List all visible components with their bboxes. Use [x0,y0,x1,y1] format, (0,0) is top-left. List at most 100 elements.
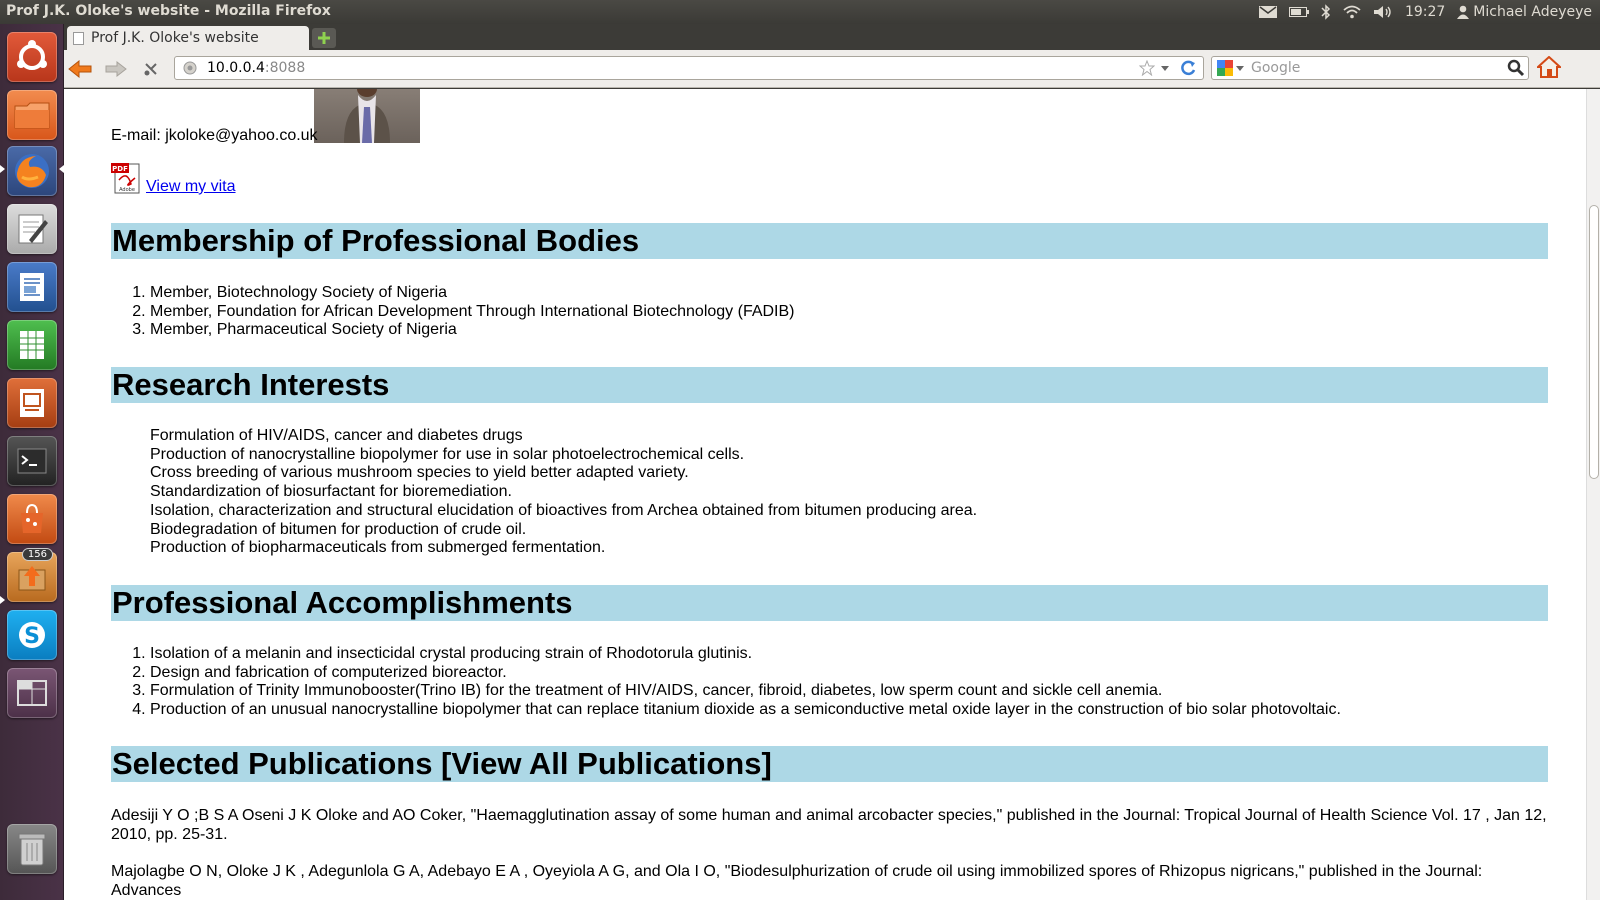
list-item: Isolation of a melanin and insecticidal … [150,645,1341,664]
profile-photo [314,89,420,143]
email-text: E-mail: jkoloke@yahoo.co.uk [111,127,318,144]
firefox-window: Prof J.K. Oloke's website 10.0.0.4:8088 … [64,24,1600,900]
bluetooth-icon[interactable] [1321,4,1331,20]
launcher-update-manager[interactable]: 156 [7,548,57,602]
list-item: Member, Biotechnology Society of Nigeria [150,284,795,303]
clock[interactable]: 19:27 [1405,4,1445,20]
view-vita-link[interactable]: View my vita [146,178,236,196]
list-item: Standardization of biosurfactant for bio… [150,483,512,501]
home-button[interactable] [1537,56,1561,78]
user-menu[interactable]: Michael Adeyeye [1457,4,1592,20]
terminal-icon [17,448,47,474]
list-item: Formulation of Trinity Immunobooster(Tri… [150,682,1341,701]
page-viewport: E-mail: jkoloke@yahoo.co.uk PDF Adobe Vi… [64,89,1600,900]
back-button[interactable] [68,58,92,80]
google-engine-icon[interactable] [1217,60,1233,76]
volume-icon[interactable] [1373,5,1393,19]
shopping-bag-icon [21,503,43,533]
publication-item: Majolagbe O N, Oloke J K , Adegunlola G … [111,863,1483,899]
dash-home-button[interactable] [7,32,57,82]
page-icon [73,31,84,45]
document-icon [20,273,44,301]
launcher-workspace-switcher[interactable] [7,668,57,718]
list-item: Production of an unusual nanocrystalline… [150,701,1341,720]
svg-text:PDF: PDF [112,165,128,173]
update-count-badge: 156 [21,548,53,561]
pdf-icon[interactable]: PDF Adobe [111,162,142,194]
list-item: Production of biopharmaceuticals from su… [150,539,606,557]
text-editor-icon [18,214,48,244]
launcher-terminal[interactable] [7,436,57,486]
user-name: Michael Adeyeye [1473,4,1592,20]
vertical-scrollbar[interactable] [1586,89,1600,900]
heading-publications: Selected Publications [View All Publicat… [111,746,1548,782]
list-item: Isolation, characterization and structur… [150,501,978,519]
spreadsheet-icon [20,331,44,359]
forward-arrow-icon [105,61,127,77]
site-identity-icon [183,61,197,75]
trash-icon [18,833,46,866]
ubuntu-logo-icon [17,40,47,70]
launcher-software-center[interactable] [7,494,57,544]
list-item: Formulation of HIV/AIDS, cancer and diab… [150,427,523,444]
launcher-skype[interactable]: S [7,610,57,660]
scrollbar-thumb[interactable] [1589,205,1599,479]
heading-membership: Membership of Professional Bodies [111,223,1548,259]
home-icon [1537,56,1561,78]
engine-dropdown-icon[interactable] [1235,63,1245,73]
workspaces-icon [17,680,47,706]
publication-item: Adesiji Y O ;B S A Oseni J K Oloke and A… [111,807,1547,843]
list-item: Biodegradation of bitumen for production… [150,520,527,538]
launcher-firefox[interactable] [7,146,57,196]
user-icon [1457,5,1470,19]
top-panel: Prof J.K. Oloke's website - Mozilla Fire… [0,0,1600,24]
presentation-icon [20,389,44,417]
launcher-impress[interactable] [7,378,57,428]
tab-bar: Prof J.K. Oloke's website [64,24,1600,50]
history-icon [144,63,157,76]
indicator-area: 19:27 Michael Adeyeye [1258,0,1592,24]
history-button[interactable] [139,58,163,80]
launcher: 156 S [0,24,64,900]
folder-icon [14,102,50,129]
launcher-calc[interactable] [7,320,57,370]
url-host: 10.0.0.4 [207,60,265,76]
search-bar[interactable]: Google [1211,56,1529,80]
list-item: Design and fabrication of computerized b… [150,664,1341,683]
navigation-toolbar: 10.0.0.4:8088 Google [64,50,1600,88]
list-item: Production of nanocrystalline biopolymer… [150,445,745,463]
launcher-files[interactable] [7,90,57,140]
reload-icon[interactable] [1179,59,1197,77]
launcher-writer[interactable] [7,262,57,312]
url-bar[interactable]: 10.0.0.4:8088 [174,56,1204,80]
skype-icon: S [19,622,45,649]
window-title: Prof J.K. Oloke's website - Mozilla Fire… [6,3,331,19]
url-dropdown-icon[interactable] [1159,62,1171,74]
url-port: :8088 [264,60,306,76]
list-item: Member, Pharmaceutical Society of Nigeri… [150,321,795,340]
wifi-icon[interactable] [1343,5,1361,19]
tab-title: Prof J.K. Oloke's website [91,30,259,46]
svg-text:S: S [24,624,40,649]
mail-icon[interactable] [1258,6,1277,18]
battery-icon[interactable] [1288,6,1309,18]
list-item: Member, Foundation for African Developme… [150,303,795,322]
forward-button[interactable] [104,58,128,80]
svg-text:Adobe: Adobe [119,187,135,193]
update-icon [18,566,46,591]
research-list: Formulation of HIV/AIDS, cancer and diab… [111,427,977,558]
back-arrow-icon [68,60,92,78]
new-tab-button[interactable] [312,28,336,48]
tab-active[interactable]: Prof J.K. Oloke's website [67,26,309,50]
accomplishments-list: Isolation of a melanin and insecticidal … [111,645,1341,720]
search-placeholder: Google [1251,60,1301,76]
firefox-icon [15,154,49,188]
bookmark-star-icon[interactable] [1139,60,1155,76]
launcher-trash[interactable] [7,824,57,874]
membership-list: Member, Biotechnology Society of Nigeria… [111,284,795,340]
heading-accomplishments: Professional Accomplishments [111,585,1548,621]
plus-icon [318,32,330,44]
list-item: Cross breeding of various mushroom speci… [150,464,689,482]
launcher-text-editor[interactable] [7,204,57,254]
search-icon[interactable] [1507,59,1525,77]
